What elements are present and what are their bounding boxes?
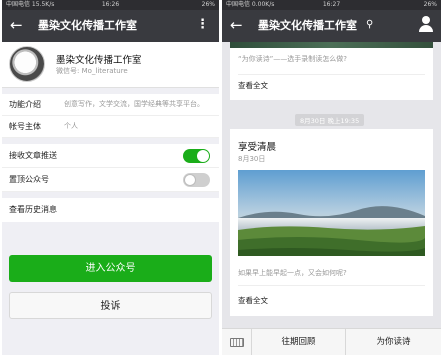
receive-push-toggle[interactable] (183, 149, 210, 163)
location-icon[interactable]: ⚲ (366, 18, 373, 32)
keyboard-toggle[interactable] (222, 329, 252, 355)
settings-group: 接收文章推送 置顶公众号 (2, 144, 219, 192)
status-bar: 中国电信 15.5K/s 16:26 26% (2, 0, 219, 10)
article-date: 8月30日 (238, 155, 266, 163)
left-screen: 中国电信 15.5K/s 16:26 26% ← 墨染文化传播工作室 ⋮ 墨染文… (2, 0, 219, 355)
article-question: 如果早上能早起一点，又会如何呢? (238, 269, 347, 277)
account-info: 功能介绍 创意写作，文学交流，国学经典等共享平台。 帐号主体 个人 (2, 94, 219, 138)
info-row-owner: 帐号主体 个人 (2, 116, 219, 138)
divider (238, 285, 425, 286)
wechat-id: 微信号: Mo_literature (56, 67, 128, 75)
info-value: 创意写作，文学交流，国学经典等共享平台。 (64, 100, 204, 108)
info-key: 功能介绍 (9, 100, 41, 109)
info-key: 帐号主体 (9, 122, 41, 131)
page-title: 墨染文化传播工作室 (38, 19, 137, 32)
message-timestamp: 8月30日 晚上19:35 (295, 114, 365, 126)
person-icon-head (422, 16, 430, 24)
keyboard-icon (230, 338, 244, 347)
menu-past-review[interactable]: 往期回顾 (252, 329, 346, 355)
setting-pin-account: 置顶公众号 (2, 168, 219, 192)
status-time: 16:26 (101, 1, 120, 8)
setting-label: 置顶公众号 (9, 175, 49, 184)
info-row-intro: 功能介绍 创意写作，文学交流，国学经典等共享平台。 (2, 94, 219, 116)
setting-receive-push: 接收文章推送 (2, 144, 219, 168)
read-full-link[interactable]: 查看全文 (238, 295, 268, 306)
back-arrow-icon[interactable]: ← (230, 17, 243, 33)
landscape-image (238, 170, 425, 256)
complain-button[interactable]: 投诉 (9, 292, 212, 319)
battery-level: 26% (201, 1, 215, 8)
person-icon[interactable] (419, 16, 433, 34)
more-options-icon[interactable]: ⋮ (196, 17, 209, 33)
setting-label: 接收文章推送 (9, 151, 57, 160)
divider (238, 74, 425, 75)
article-title: 享受清晨 (238, 142, 277, 153)
article-card[interactable]: 享受清晨 8月30日 如果早上能早起一点，又会如何呢? 查看全文 (230, 129, 433, 316)
page-title: 墨染文化传播工作室 (258, 19, 357, 32)
nav-bar: ← 墨染文化传播工作室 ⚲ (222, 10, 441, 42)
pin-account-toggle[interactable] (183, 173, 210, 187)
article-image-strip (230, 42, 433, 48)
article-cover-image (238, 170, 425, 256)
article-card[interactable]: “为你读诗”——选手录制读怎么做? 查看全文 (230, 42, 433, 100)
battery-level: 26% (423, 1, 437, 8)
enter-account-button[interactable]: 进入公众号 (9, 255, 212, 282)
bottom-menu-bar: 往期回顾 为你读诗 (222, 328, 441, 355)
view-history-link[interactable]: 查看历史消息 (2, 198, 219, 222)
info-value: 个人 (64, 122, 78, 130)
nav-bar: ← 墨染文化传播工作室 ⋮ (2, 10, 219, 42)
account-profile: 墨染文化传播工作室 微信号: Mo_literature (2, 42, 219, 88)
menu-read-poetry[interactable]: 为你读诗 (346, 329, 441, 355)
status-time: 16:27 (322, 1, 341, 8)
article-description: “为你读诗”——选手录制读怎么做? (238, 55, 347, 63)
toggle-knob (184, 174, 196, 186)
person-icon-body (419, 25, 433, 32)
account-name: 墨染文化传播工作室 (56, 55, 142, 66)
back-arrow-icon[interactable]: ← (10, 17, 23, 33)
read-full-link[interactable]: 查看全文 (238, 80, 268, 91)
status-bar: 中国电信 0.00K/s 16:27 26% (222, 0, 441, 10)
toggle-knob (197, 150, 209, 162)
avatar[interactable] (9, 46, 45, 82)
right-screen: 中国电信 0.00K/s 16:27 26% ← 墨染文化传播工作室 ⚲ “为你… (222, 0, 441, 355)
